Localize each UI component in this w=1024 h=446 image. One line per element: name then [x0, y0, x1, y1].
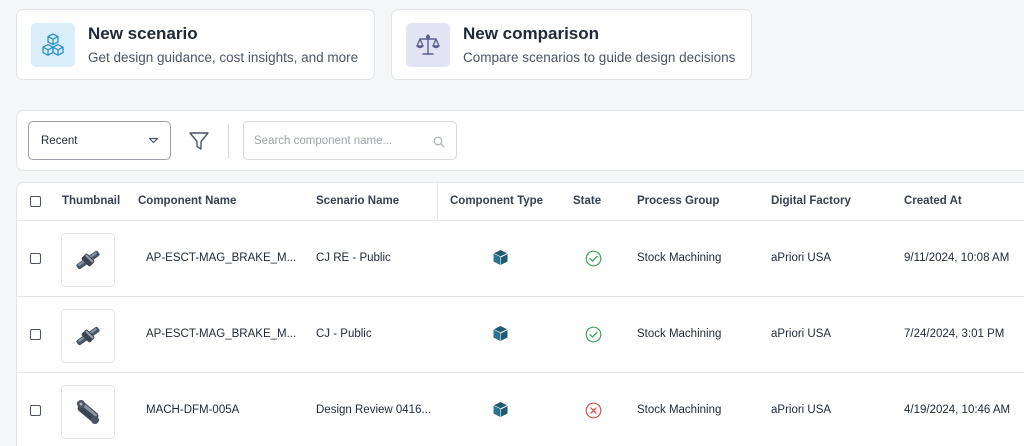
column-header-process-group[interactable]: Process Group [637, 183, 719, 221]
component-thumbnail [61, 385, 115, 439]
process-group: Stock Machining [637, 252, 722, 264]
search-icon [433, 135, 445, 153]
column-header-state[interactable]: State [573, 183, 601, 221]
cubes-icon [31, 22, 75, 67]
filter-icon[interactable] [188, 130, 210, 152]
component-thumbnail [61, 309, 115, 363]
select-all-checkbox[interactable] [30, 196, 41, 207]
card-title: New scenario [88, 24, 198, 43]
sort-select-value: Recent [41, 134, 78, 147]
scenario-name[interactable]: Design Review 0416... [316, 373, 431, 446]
column-header-created-at[interactable]: Created At [904, 183, 962, 221]
new-scenario-card[interactable]: New scenario Get design guidance, cost i… [16, 9, 375, 80]
scale-icon [406, 22, 450, 67]
component-name[interactable]: AP-ESCT-MAG_BRAKE_M... [146, 297, 296, 372]
part-cube-icon [492, 325, 509, 347]
scenario-name[interactable]: CJ RE - Public [316, 221, 391, 296]
column-divider [437, 183, 438, 221]
sort-select[interactable]: Recent [28, 121, 171, 160]
card-subtitle: Compare scenarios to guide design decisi… [463, 50, 736, 65]
digital-factory: aPriori USA [771, 404, 832, 416]
card-subtitle: Get design guidance, cost insights, and … [88, 50, 359, 65]
row-checkbox[interactable] [30, 329, 41, 340]
part-cube-icon [492, 249, 509, 271]
chevron-down-icon [148, 135, 159, 149]
part-cube-icon [492, 401, 509, 423]
search-box[interactable] [243, 121, 457, 160]
column-header-scenario-name[interactable]: Scenario Name [316, 183, 399, 221]
table-row[interactable]: MACH-DFM-005A Design Review 0416... Stoc… [17, 373, 1024, 446]
created-at: 7/24/2024, 3:01 PM [904, 328, 1005, 340]
column-header-digital-factory[interactable]: Digital Factory [771, 183, 851, 221]
toolbar-divider [228, 124, 229, 158]
row-checkbox[interactable] [30, 253, 41, 264]
success-check-icon [585, 250, 602, 272]
digital-factory: aPriori USA [771, 328, 832, 340]
success-check-icon [585, 326, 602, 348]
row-checkbox[interactable] [30, 405, 41, 416]
process-group: Stock Machining [637, 404, 722, 416]
search-input[interactable] [244, 122, 424, 159]
failed-x-icon [585, 402, 602, 424]
scenario-table: Thumbnail Component Name Scenario Name C… [16, 182, 1024, 446]
component-name[interactable]: AP-ESCT-MAG_BRAKE_M... [146, 221, 296, 296]
column-header-thumbnail[interactable]: Thumbnail [62, 183, 120, 221]
column-header-component-name[interactable]: Component Name [138, 183, 236, 221]
digital-factory: aPriori USA [771, 252, 832, 264]
component-thumbnail [61, 233, 115, 287]
table-row[interactable]: AP-ESCT-MAG_BRAKE_M... CJ - Public Stock… [17, 297, 1024, 373]
created-at: 4/19/2024, 10:46 AM [904, 404, 1011, 416]
toolbar: Recent [16, 110, 1024, 171]
process-group: Stock Machining [637, 328, 722, 340]
card-title: New comparison [463, 24, 600, 43]
new-comparison-card[interactable]: New comparison Compare scenarios to guid… [391, 9, 752, 80]
component-name[interactable]: MACH-DFM-005A [146, 373, 239, 446]
scenario-name[interactable]: CJ - Public [316, 297, 372, 372]
created-at: 9/11/2024, 10:08 AM [904, 252, 1010, 264]
table-row[interactable]: AP-ESCT-MAG_BRAKE_M... CJ RE - Public St… [17, 221, 1024, 297]
column-header-component-type[interactable]: Component Type [450, 183, 543, 221]
table-header: Thumbnail Component Name Scenario Name C… [17, 183, 1024, 221]
